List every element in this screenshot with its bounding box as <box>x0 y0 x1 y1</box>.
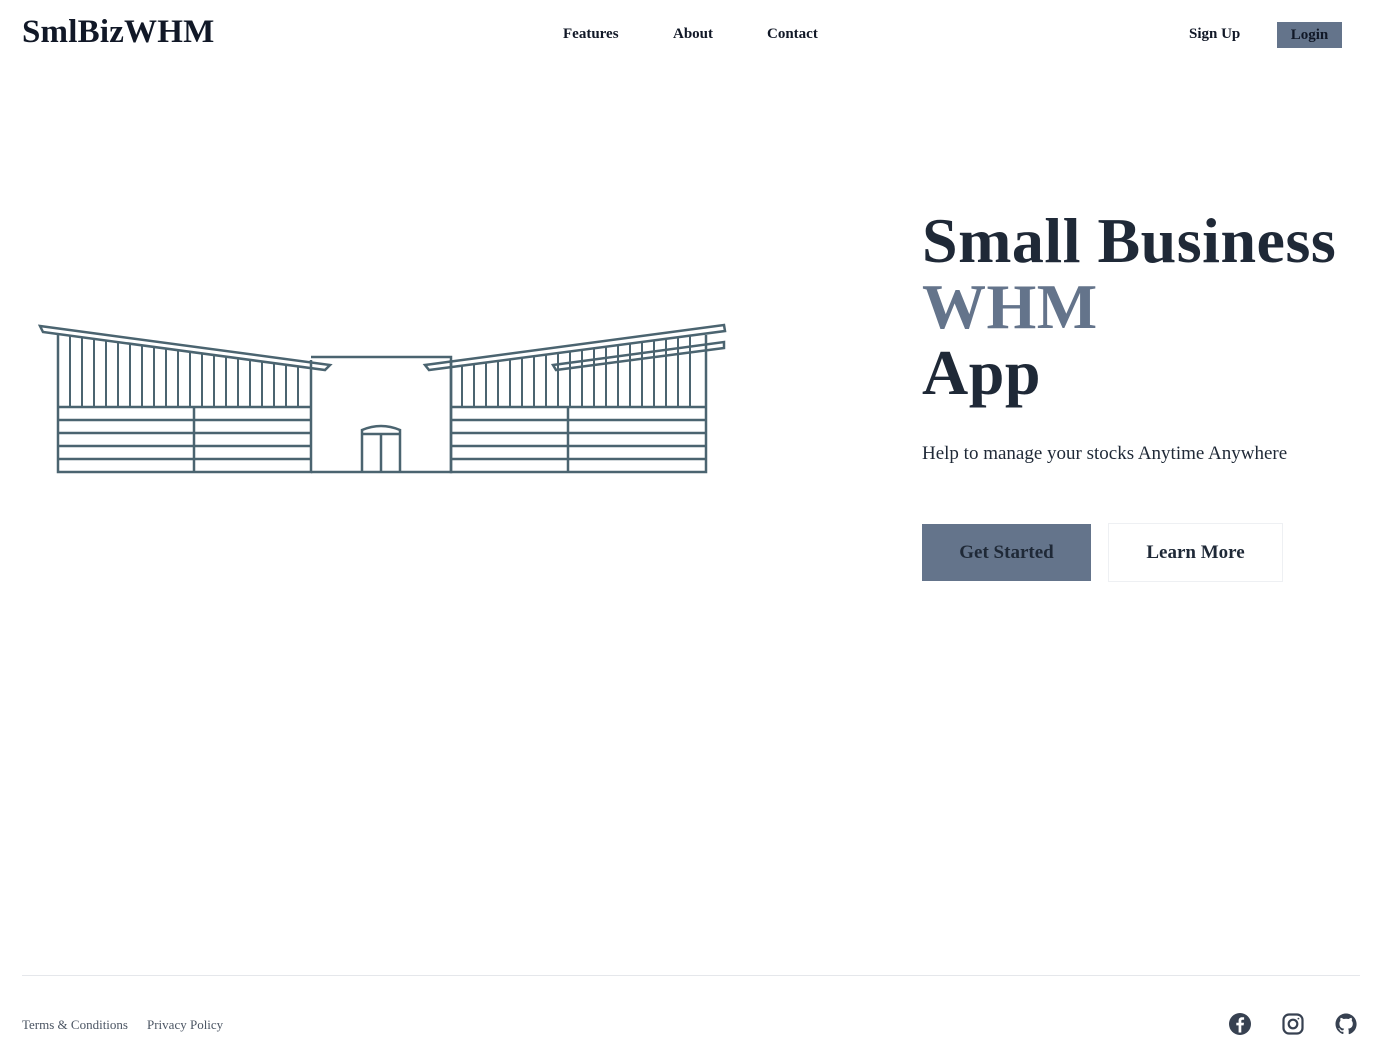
nav-features[interactable]: Features <box>563 26 619 43</box>
hero-subtitle: Help to manage your stocks Anytime Anywh… <box>922 443 1288 464</box>
footer-divider <box>22 975 1360 976</box>
get-started-button[interactable]: Get Started <box>922 524 1091 581</box>
github-icon[interactable] <box>1334 1012 1358 1036</box>
signup-link[interactable]: Sign Up <box>1189 26 1240 43</box>
hero-title-line1: Small Business <box>922 205 1337 276</box>
terms-link[interactable]: Terms & Conditions <box>22 1017 128 1033</box>
brand-logo[interactable]: SmlBizWHM <box>22 14 214 51</box>
warehouse-illustration <box>38 323 727 474</box>
hero-heading: Small Business WHM App <box>922 208 1362 406</box>
facebook-icon[interactable] <box>1228 1012 1252 1036</box>
hero-title: Small Business WHM App <box>922 208 1362 406</box>
page: SmlBizWHM Features About Contact Sign Up… <box>0 0 1388 1059</box>
nav-contact[interactable]: Contact <box>767 26 818 43</box>
instagram-icon[interactable] <box>1281 1012 1305 1036</box>
hero-title-accent: WHM <box>922 271 1098 342</box>
privacy-link[interactable]: Privacy Policy <box>147 1017 223 1033</box>
hero-title-line3: App <box>922 337 1041 408</box>
nav-about[interactable]: About <box>673 26 713 43</box>
header: SmlBizWHM Features About Contact Sign Up… <box>0 0 1388 70</box>
login-button[interactable]: Login <box>1277 22 1342 48</box>
learn-more-button[interactable]: Learn More <box>1108 523 1283 582</box>
